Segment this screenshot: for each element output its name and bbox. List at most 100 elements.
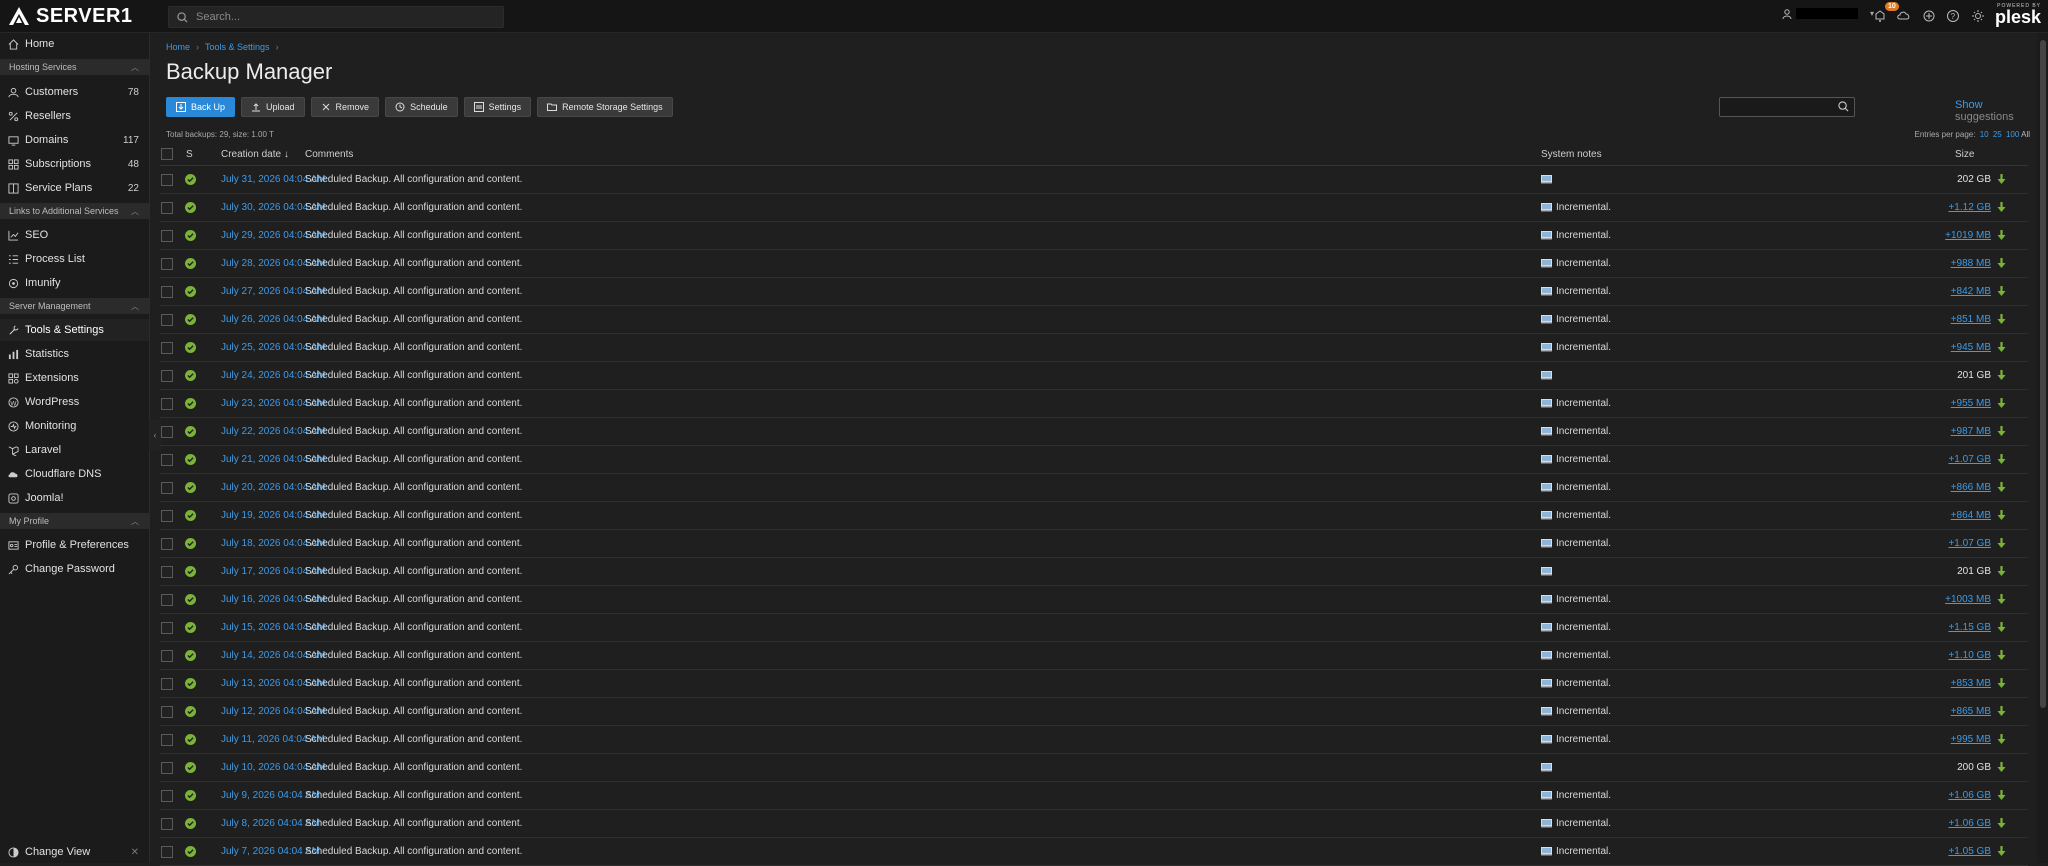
incremental-size-link[interactable]: +1.05 GB xyxy=(1948,846,1991,857)
sidebar-item-resellers[interactable]: Resellers xyxy=(0,105,149,127)
download-icon[interactable] xyxy=(1997,818,2006,829)
incremental-size-link[interactable]: +955 MB xyxy=(1951,398,1991,409)
select-all-checkbox[interactable] xyxy=(161,148,173,160)
download-icon[interactable] xyxy=(1997,650,2006,661)
row-checkbox[interactable] xyxy=(161,789,173,802)
download-icon[interactable] xyxy=(1997,762,2006,773)
download-icon[interactable] xyxy=(1997,454,2006,465)
row-checkbox[interactable] xyxy=(161,369,173,382)
row-checkbox[interactable] xyxy=(161,565,173,578)
table-row[interactable]: July 10, 2026 04:04 AM Scheduled Backup.… xyxy=(160,754,2028,782)
row-checkbox[interactable] xyxy=(161,845,173,858)
incremental-size-link[interactable]: +1003 MB xyxy=(1945,594,1991,605)
row-checkbox[interactable] xyxy=(161,257,173,270)
table-row[interactable]: July 18, 2026 04:04 AM Scheduled Backup.… xyxy=(160,530,2028,558)
sidebar-item-joomla[interactable]: Joomla! xyxy=(0,487,149,509)
sidebar-item-subscriptions[interactable]: Subscriptions 48 xyxy=(0,153,149,175)
scrollbar-thumb[interactable] xyxy=(2040,40,2046,708)
row-checkbox[interactable] xyxy=(161,733,173,746)
table-row[interactable]: July 27, 2026 04:04 AM Scheduled Backup.… xyxy=(160,278,2028,306)
help-icon[interactable]: ? xyxy=(1946,9,1960,23)
breadcrumb-tools-settings[interactable]: Tools & Settings xyxy=(205,42,270,52)
download-icon[interactable] xyxy=(1997,594,2006,605)
header-status[interactable]: S xyxy=(186,143,193,165)
group-server-management[interactable]: Server Management ︿ xyxy=(0,298,149,314)
table-row[interactable]: July 14, 2026 04:04 AM Scheduled Backup.… xyxy=(160,642,2028,670)
incremental-size-link[interactable]: +1.06 GB xyxy=(1948,818,1991,829)
remote-storage-settings-button[interactable]: Remote Storage Settings xyxy=(537,97,673,117)
row-checkbox[interactable] xyxy=(161,705,173,718)
search-box[interactable] xyxy=(168,6,504,28)
incremental-size-link[interactable]: +988 MB xyxy=(1951,258,1991,269)
table-row[interactable]: July 13, 2026 04:04 AM Scheduled Backup.… xyxy=(160,670,2028,698)
download-icon[interactable] xyxy=(1997,706,2006,717)
sidebar-item-laravel[interactable]: Laravel xyxy=(0,439,149,461)
download-icon[interactable] xyxy=(1997,734,2006,745)
download-icon[interactable] xyxy=(1997,566,2006,577)
table-row[interactable]: July 8, 2026 04:04 AM Scheduled Backup. … xyxy=(160,810,2028,838)
per-page-100[interactable]: 100 xyxy=(2006,130,2019,139)
incremental-size-link[interactable]: +1.12 GB xyxy=(1948,202,1991,213)
download-icon[interactable] xyxy=(1997,790,2006,801)
download-icon[interactable] xyxy=(1997,174,2006,185)
remove-button[interactable]: Remove xyxy=(310,97,380,117)
row-checkbox[interactable] xyxy=(161,593,173,606)
sidebar-item-service-plans[interactable]: Service Plans 22 xyxy=(0,177,149,199)
table-row[interactable]: July 9, 2026 04:04 AM Scheduled Backup. … xyxy=(160,782,2028,810)
download-icon[interactable] xyxy=(1997,846,2006,857)
table-row[interactable]: July 7, 2026 04:04 AM Scheduled Backup. … xyxy=(160,838,2028,866)
incremental-size-link[interactable]: +995 MB xyxy=(1951,734,1991,745)
download-icon[interactable] xyxy=(1997,202,2006,213)
close-icon[interactable]: ✕ xyxy=(131,847,139,858)
table-row[interactable]: July 16, 2026 04:04 AM Scheduled Backup.… xyxy=(160,586,2028,614)
table-row[interactable]: July 30, 2026 04:04 AM Scheduled Backup.… xyxy=(160,194,2028,222)
incremental-size-link[interactable]: +1.07 GB xyxy=(1948,538,1991,549)
download-icon[interactable] xyxy=(1997,678,2006,689)
incremental-size-link[interactable]: +1019 MB xyxy=(1945,230,1991,241)
table-row[interactable]: July 20, 2026 04:04 AM Scheduled Backup.… xyxy=(160,474,2028,502)
incremental-size-link[interactable]: +865 MB xyxy=(1951,706,1991,717)
incremental-size-link[interactable]: +1.10 GB xyxy=(1948,650,1991,661)
download-icon[interactable] xyxy=(1997,426,2006,437)
row-checkbox[interactable] xyxy=(161,509,173,522)
download-icon[interactable] xyxy=(1997,342,2006,353)
sidebar-item-cloudflare-dns[interactable]: Cloudflare DNS xyxy=(0,463,149,485)
sidebar-item-extensions[interactable]: Extensions xyxy=(0,367,149,389)
table-row[interactable]: July 24, 2026 04:04 AM Scheduled Backup.… xyxy=(160,362,2028,390)
incremental-size-link[interactable]: +1.07 GB xyxy=(1948,454,1991,465)
sidebar-item-change-password[interactable]: Change Password xyxy=(0,558,149,580)
row-checkbox[interactable] xyxy=(161,537,173,550)
settings-button[interactable]: Settings xyxy=(463,97,532,117)
row-checkbox[interactable] xyxy=(161,677,173,690)
group-links-additional[interactable]: Links to Additional Services ︿ xyxy=(0,203,149,219)
incremental-size-link[interactable]: +864 MB xyxy=(1951,510,1991,521)
show-suggestions-link[interactable]: Show xyxy=(1955,99,1983,111)
incremental-size-link[interactable]: +1.06 GB xyxy=(1948,790,1991,801)
theme-icon[interactable] xyxy=(1971,9,1985,23)
table-row[interactable]: July 19, 2026 04:04 AM Scheduled Backup.… xyxy=(160,502,2028,530)
logo[interactable]: SERVER1 xyxy=(8,4,133,28)
table-row[interactable]: July 17, 2026 04:04 AM Scheduled Backup.… xyxy=(160,558,2028,586)
row-checkbox[interactable] xyxy=(161,761,173,774)
schedule-button[interactable]: Schedule xyxy=(385,97,458,117)
per-page-25[interactable]: 25 xyxy=(1993,130,2002,139)
sidebar-item-imunify[interactable]: Imunify xyxy=(0,272,149,294)
row-checkbox[interactable] xyxy=(161,285,173,298)
backup-button[interactable]: Back Up xyxy=(166,97,236,117)
download-icon[interactable] xyxy=(1997,510,2006,521)
row-checkbox[interactable] xyxy=(161,453,173,466)
table-row[interactable]: July 26, 2026 04:04 AM Scheduled Backup.… xyxy=(160,306,2028,334)
download-icon[interactable] xyxy=(1997,258,2006,269)
header-system-notes[interactable]: System notes xyxy=(1541,143,1602,165)
change-view-button[interactable]: Change View ✕ xyxy=(0,841,149,863)
cloud-icon[interactable] xyxy=(1897,9,1911,23)
row-checkbox[interactable] xyxy=(161,173,173,186)
download-icon[interactable] xyxy=(1997,286,2006,297)
header-size[interactable]: Size xyxy=(1955,143,1974,165)
table-row[interactable]: July 23, 2026 04:04 AM Scheduled Backup.… xyxy=(160,390,2028,418)
group-my-profile[interactable]: My Profile ︿ xyxy=(0,513,149,529)
incremental-size-link[interactable]: +945 MB xyxy=(1951,342,1991,353)
group-hosting-services[interactable]: Hosting Services ︿ xyxy=(0,59,149,75)
table-row[interactable]: July 15, 2026 04:04 AM Scheduled Backup.… xyxy=(160,614,2028,642)
row-checkbox[interactable] xyxy=(161,425,173,438)
